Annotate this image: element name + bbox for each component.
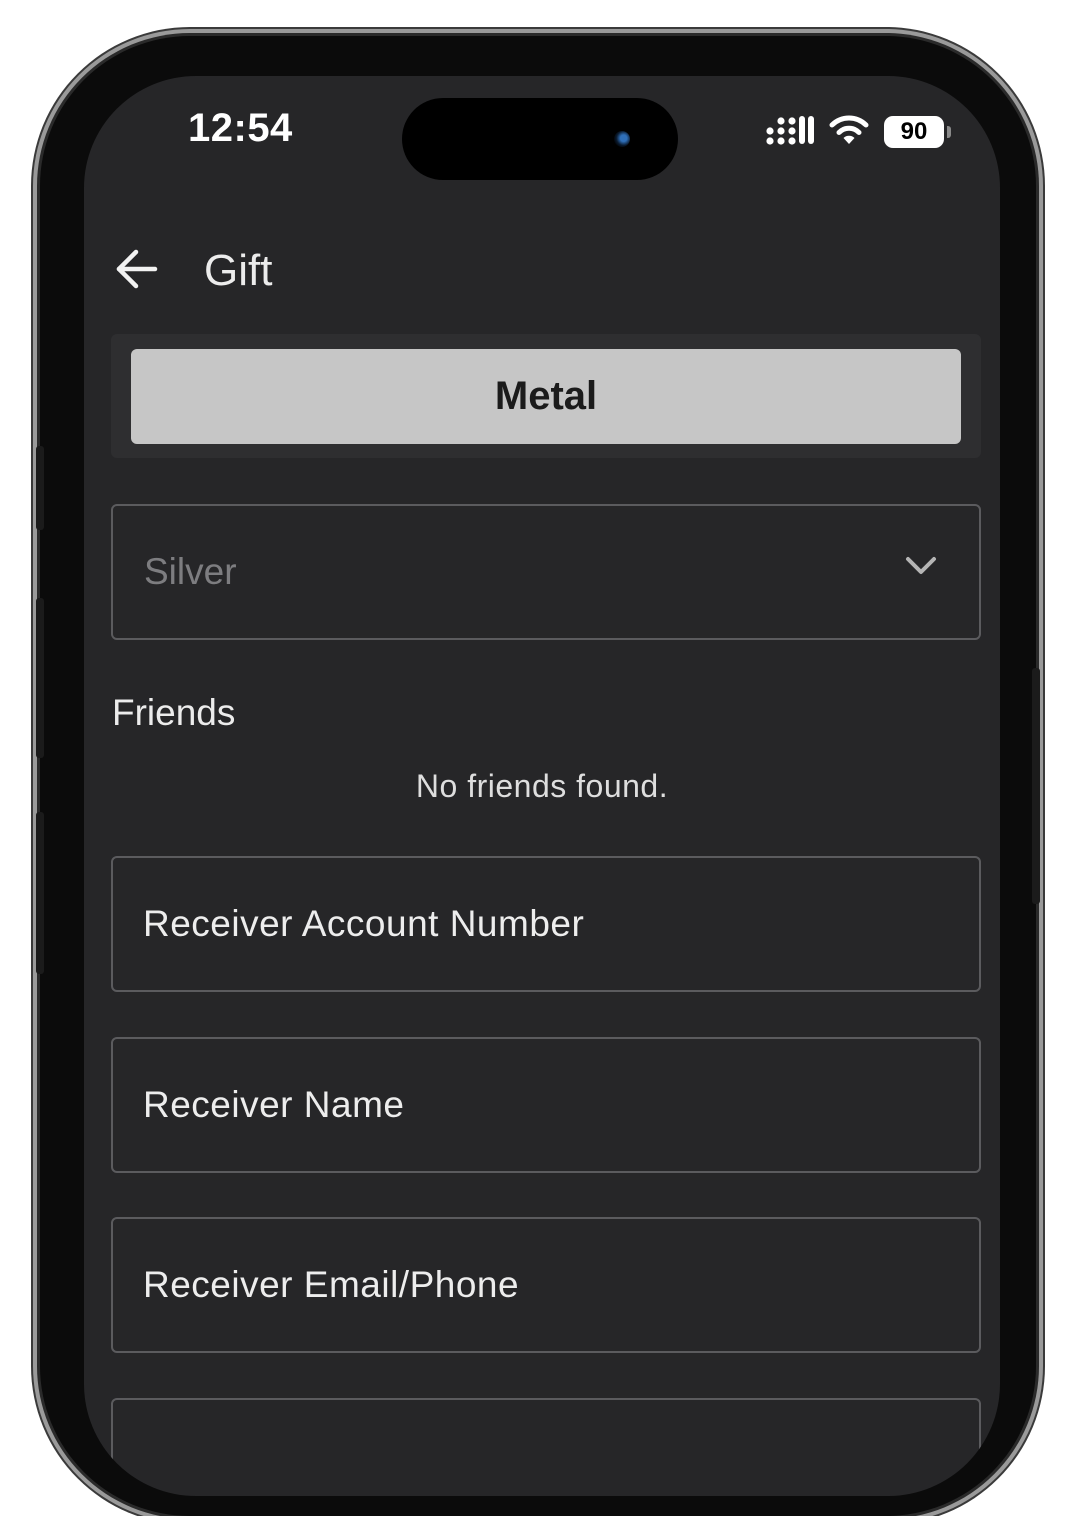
app-header: Gift [112,236,272,306]
phone-screen: 12:54 90 Gift Metal Silver Friends No fr… [84,76,1000,1496]
battery-level: 90 [900,118,928,145]
page-title: Gift [204,246,273,295]
receiver-account-number-input[interactable]: Receiver Account Number [111,856,981,992]
friends-label: Friends [112,692,236,733]
status-time: 12:54 [188,106,293,150]
action-button [36,446,44,530]
camera-lens [614,131,630,147]
receiver-name-input[interactable]: Receiver Name [111,1037,981,1173]
receiver-contact-label: Receiver Email/Phone [143,1264,520,1305]
gift-type-tabs: Metal [111,334,981,458]
friends-empty-message: No friends found. [415,768,669,804]
back-button[interactable] [112,246,162,296]
receiver-account-number-label: Receiver Account Number [143,903,585,944]
status-icons: 90 [766,112,951,152]
tab-metal[interactable]: Metal [131,349,961,444]
signal-icon [766,114,814,151]
dynamic-island [402,98,678,180]
battery-icon: 90 [884,116,951,148]
metal-select[interactable]: Silver [111,504,981,640]
wifi-icon [828,114,870,151]
volume-down-button [36,812,44,974]
next-input-field[interactable] [111,1398,981,1496]
chevron-down-icon [905,556,937,581]
metal-select-value: Silver [144,551,237,592]
volume-up-button [36,598,44,758]
power-button [1032,668,1040,904]
arrow-left-icon [115,249,159,294]
receiver-contact-input[interactable]: Receiver Email/Phone [111,1217,981,1353]
receiver-name-label: Receiver Name [143,1084,405,1125]
